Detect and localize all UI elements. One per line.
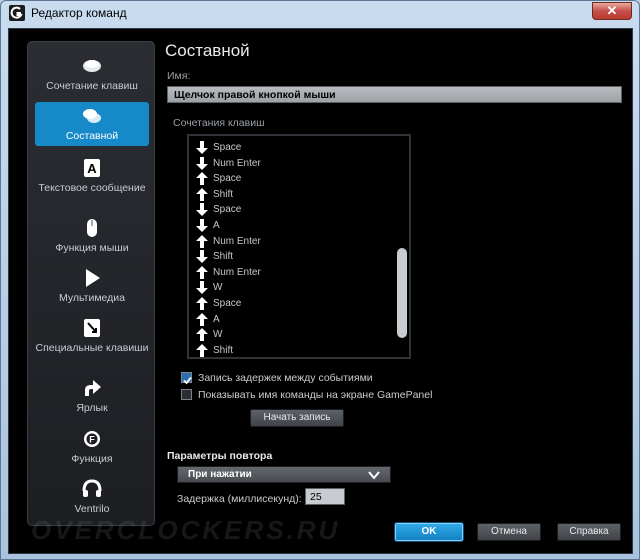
keystroke-list[interactable]: ⌃ ⌄ Space Num Enter Space Shift Space A Num En…: [187, 134, 411, 359]
sidebar-item-multimedia[interactable]: Мультимедиа: [35, 268, 149, 308]
key-up-arrow-icon: [195, 187, 209, 202]
command-name-field[interactable]: Щелчок правой кнопкой мыши: [167, 86, 622, 103]
record-delays-label: Запись задержек между событиями: [198, 372, 373, 384]
delay-label: Задержка (миллисекунд):: [177, 493, 302, 505]
keystroke-key: W: [213, 329, 223, 341]
sidebar-item-shortcut[interactable]: Ярлык: [35, 378, 149, 418]
special-key-icon: [84, 319, 100, 337]
logitech-g-icon: [9, 5, 25, 21]
keystroke-key: Num Enter: [213, 235, 261, 247]
keystroke-key: A: [213, 313, 220, 325]
scrollbar-thumb[interactable]: [397, 248, 407, 338]
headset-icon: [82, 479, 102, 497]
mouse-icon: [87, 219, 97, 237]
checkmark-icon: [183, 376, 192, 385]
window-title: Редактор команд: [31, 6, 127, 20]
key-up-arrow-icon: [195, 296, 209, 311]
sidebar-item-function[interactable]: F Функция: [35, 429, 149, 469]
key-down-arrow-icon: [195, 218, 209, 233]
keystroke-key: Space: [213, 204, 242, 216]
sidebar-item-keystroke[interactable]: Сочетание клавиш: [35, 56, 149, 96]
svg-text:A: A: [87, 161, 97, 176]
sidebar-item-mouse-function[interactable]: Функция мыши: [35, 218, 149, 258]
scroll-up-arrow-icon[interactable]: ⌃: [398, 247, 406, 258]
sidebar-item-label: Составной: [65, 130, 119, 142]
scroll-down-arrow-icon[interactable]: ⌄: [398, 327, 406, 338]
key-down-arrow-icon: [195, 249, 209, 264]
svg-text:F: F: [89, 435, 95, 445]
keystroke-key: Space: [213, 142, 242, 153]
record-delays-checkbox[interactable]: [181, 372, 192, 385]
keystroke-key: Num Enter: [213, 266, 261, 278]
key-up-arrow-icon: [195, 312, 209, 327]
close-button[interactable]: ✕: [592, 2, 632, 20]
key-up-arrow-icon: [195, 265, 209, 280]
keystroke-key: A: [213, 220, 220, 231]
keyboard-keys-icon: [83, 60, 101, 72]
sidebar-item-label: Ventrilo: [74, 503, 110, 515]
key-up-arrow-icon: [195, 171, 209, 186]
page-title: Составной: [165, 41, 250, 60]
name-label: Имя:: [167, 70, 191, 82]
keystrokes-label: Сочетания клавиш: [173, 117, 265, 129]
keystroke-key: Num Enter: [213, 157, 261, 169]
cancel-button[interactable]: Отмена: [477, 523, 541, 541]
show-name-label: Показывать имя команды на экране GamePan…: [198, 389, 433, 401]
sidebar-item-label: Ярлык: [76, 402, 108, 414]
key-up-arrow-icon: [195, 327, 209, 342]
repeat-mode-select[interactable]: При нажатии: [177, 466, 391, 483]
key-down-arrow-icon: [195, 140, 209, 155]
command-editor-window: Редактор команд ✕ Сочетание клавиш Соста…: [0, 0, 640, 560]
sidebar-item-text-message[interactable]: A Текстовое сообщение: [35, 158, 149, 206]
key-down-arrow-icon: [195, 280, 209, 295]
command-type-sidebar: Сочетание клавиш Составной A Текстовое с…: [27, 41, 155, 526]
sidebar-item-special-keys[interactable]: Специальные клавиши: [35, 318, 149, 368]
sidebar-item-ventrilo[interactable]: Ventrilo: [35, 479, 149, 519]
key-up-arrow-icon: [195, 234, 209, 249]
help-button[interactable]: Справка: [557, 523, 621, 541]
keystroke-key: W: [213, 282, 223, 294]
sidebar-item-label: Функция: [71, 453, 113, 465]
ok-button[interactable]: OK: [395, 523, 463, 541]
key-down-arrow-icon: [195, 156, 209, 171]
keystroke-key: Shift: [213, 344, 234, 356]
multikey-icon: [83, 109, 101, 123]
key-down-arrow-icon: [195, 202, 209, 217]
show-name-checkbox[interactable]: [181, 389, 192, 400]
sidebar-item-label: Функция мыши: [55, 242, 129, 254]
text-a-icon: A: [84, 159, 100, 177]
function-f-icon: F: [84, 431, 100, 447]
key-up-arrow-icon: [195, 343, 209, 357]
watermark: OVERCLOCKERS.RU: [31, 515, 341, 545]
title-bar: Редактор команд ✕: [1, 1, 639, 25]
chevron-down-icon: [368, 471, 380, 480]
keystroke-key: Space: [213, 173, 242, 185]
keystroke-key: Space: [213, 298, 242, 309]
sidebar-item-label: Текстовое сообщение: [38, 182, 146, 194]
start-record-button[interactable]: Начать запись: [250, 409, 344, 427]
play-icon: [86, 269, 100, 287]
delay-input[interactable]: 25: [305, 488, 345, 505]
sidebar-item-label: Специальные клавиши: [35, 342, 149, 354]
sidebar-item-label: Мультимедиа: [59, 292, 125, 304]
shortcut-arrow-icon: [85, 380, 101, 396]
keystroke-key: Shift: [213, 251, 234, 263]
keystroke-key: Shift: [213, 188, 234, 200]
repeat-options-heading: Параметры повтора: [167, 450, 273, 462]
repeat-mode-value: При нажатии: [188, 469, 252, 480]
sidebar-item-label: Сочетание клавиш: [46, 80, 138, 92]
sidebar-item-multikey[interactable]: Составной: [35, 102, 149, 146]
